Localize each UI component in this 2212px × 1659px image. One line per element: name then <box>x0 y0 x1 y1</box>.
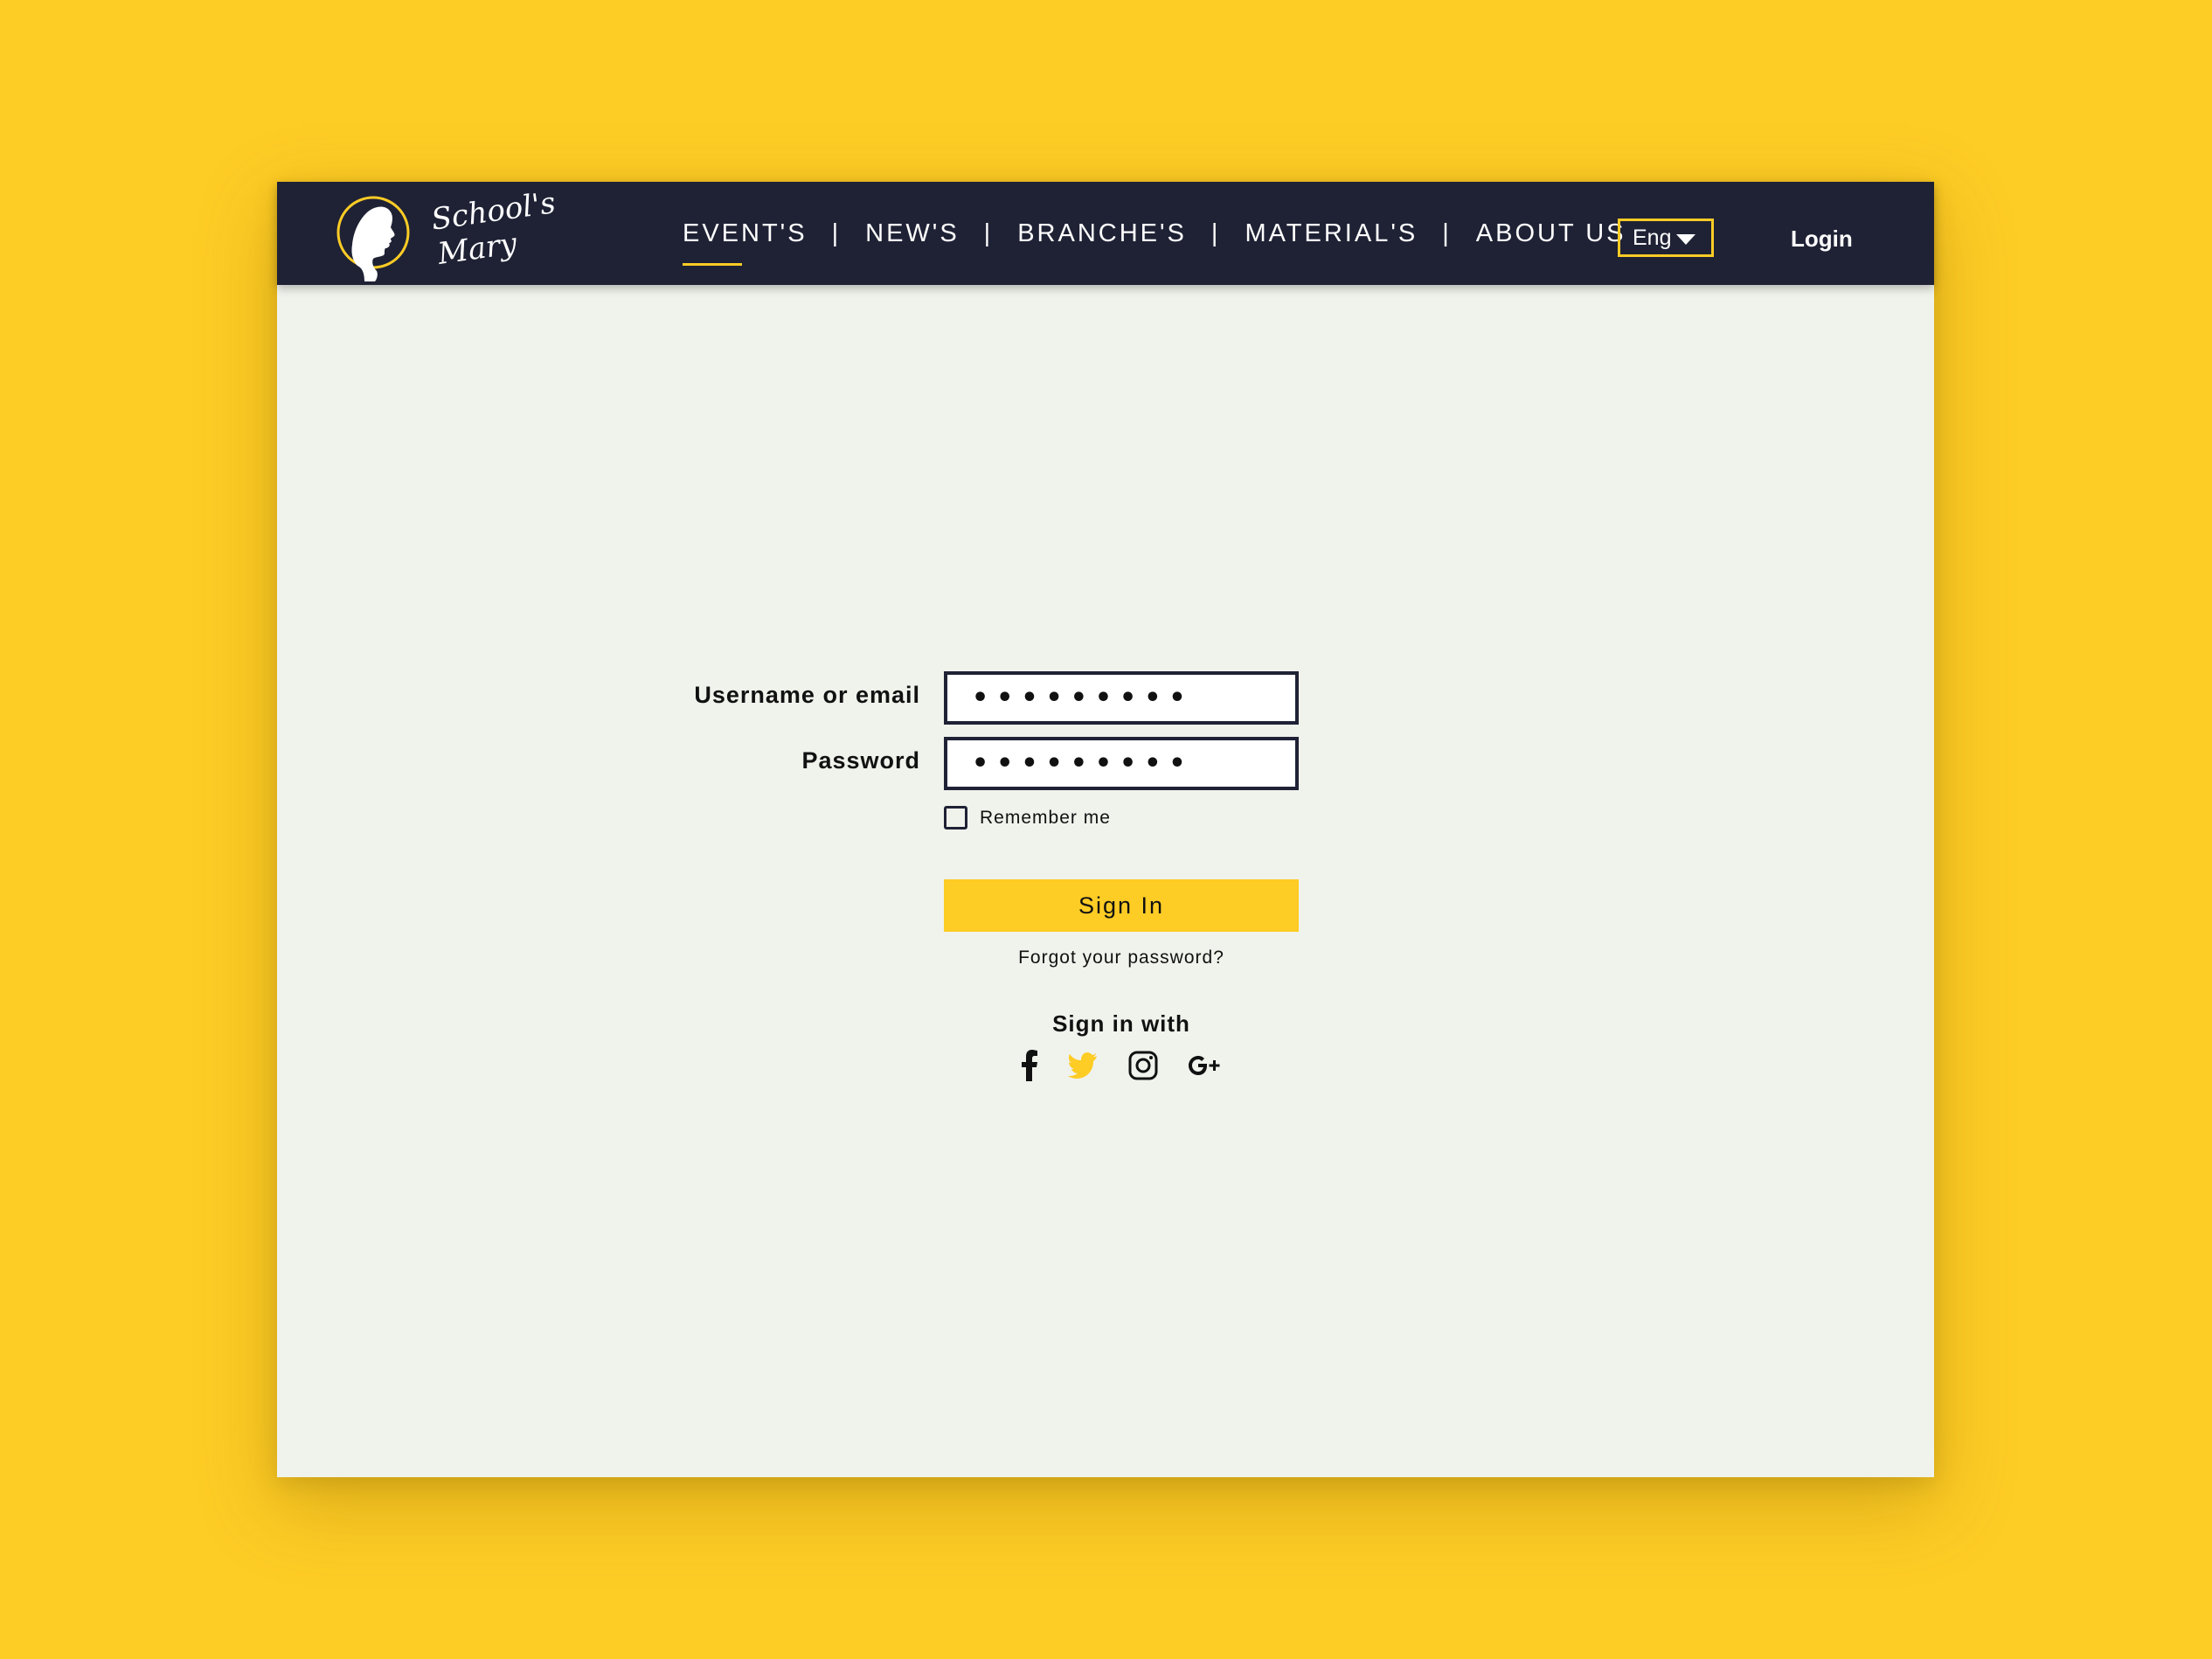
language-value: Eng <box>1633 225 1672 250</box>
password-input[interactable] <box>944 737 1299 790</box>
nav-events[interactable]: EVENT'S <box>683 219 808 266</box>
nav-separator: | <box>831 219 842 247</box>
login-link[interactable]: Login <box>1791 217 1853 260</box>
facebook-icon[interactable] <box>1021 1050 1038 1081</box>
twitter-icon[interactable] <box>1068 1050 1098 1081</box>
caret-down-icon <box>1676 234 1695 245</box>
navbar: School's Mary EVENT'S | NEW'S | BRANCHE'… <box>277 182 1934 285</box>
forgot-password-link[interactable]: Forgot your password? <box>944 948 1299 968</box>
nav-materials[interactable]: MATERIAL'S <box>1245 219 1418 248</box>
remember-me-label: Remember me <box>980 807 1111 828</box>
sign-in-with-label: Sign in with <box>1052 1010 1190 1037</box>
main-nav: EVENT'S | NEW'S | BRANCHE'S | MATERIAL'S… <box>683 182 1626 285</box>
username-input[interactable] <box>944 671 1299 725</box>
instagram-icon[interactable] <box>1128 1050 1158 1081</box>
nav-separator: | <box>1210 219 1221 247</box>
nav-branches[interactable]: BRANCHE'S <box>1017 219 1187 248</box>
nav-separator: | <box>983 219 994 247</box>
brand-logo[interactable]: School's Mary <box>335 185 558 283</box>
language-select[interactable]: Eng <box>1618 219 1714 257</box>
sign-in-button[interactable]: Sign In <box>944 879 1299 932</box>
app-window: School's Mary EVENT'S | NEW'S | BRANCHE'… <box>277 182 1934 1477</box>
nav-news[interactable]: NEW'S <box>865 219 960 248</box>
nav-separator: | <box>1442 219 1452 247</box>
brand-name: School's Mary <box>429 185 563 272</box>
google-plus-icon[interactable] <box>1188 1050 1223 1081</box>
remember-me-checkbox[interactable] <box>944 806 967 830</box>
remember-me: Remember me <box>944 806 1111 830</box>
username-label: Username or email <box>694 682 920 708</box>
silhouette-profile-icon <box>336 196 410 281</box>
nav-about-us[interactable]: ABOUT US <box>1476 219 1626 248</box>
password-label: Password <box>801 747 920 774</box>
